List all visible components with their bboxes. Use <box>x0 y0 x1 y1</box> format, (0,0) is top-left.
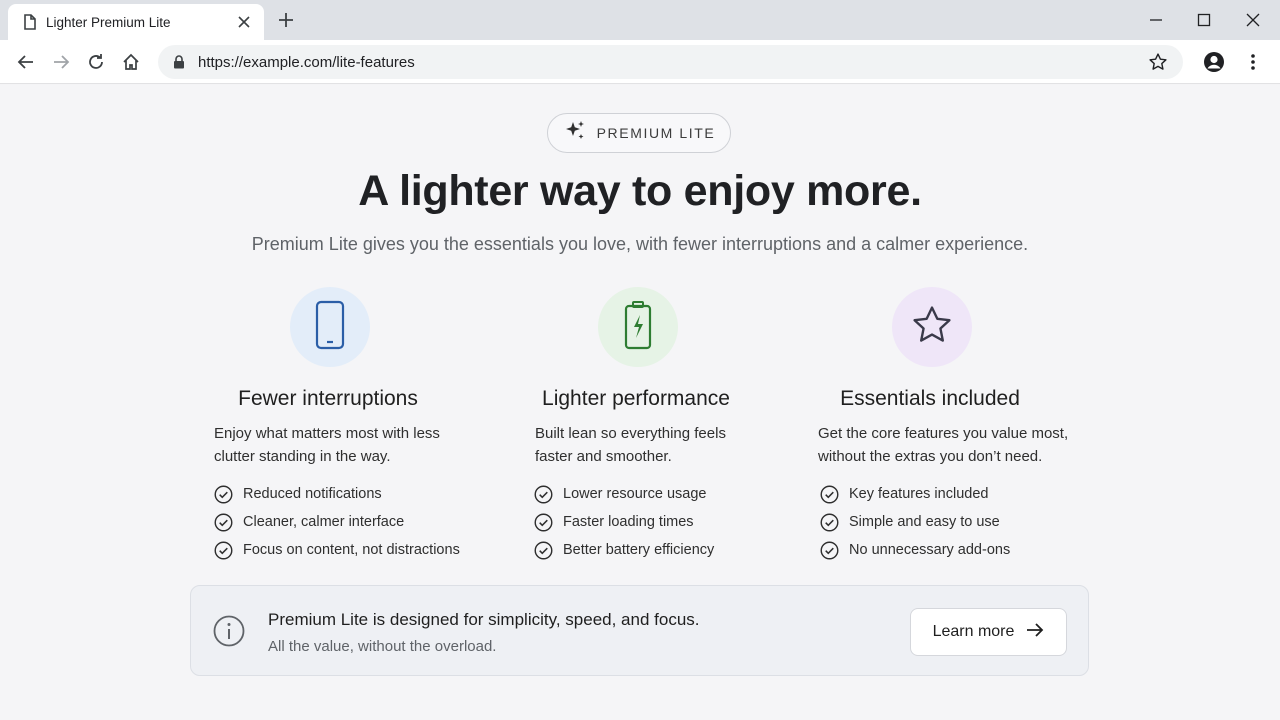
battery-charging-icon <box>623 300 653 355</box>
banner-title: Premium Lite is designed for simplicity,… <box>268 610 700 629</box>
feature-icon-circle <box>290 287 370 367</box>
page-headline: A lighter way to enjoy more. <box>358 167 922 215</box>
check-circle-icon <box>214 513 233 532</box>
url-text[interactable]: https://example.com/lite-features <box>198 54 1143 71</box>
feature-title: Essentials included <box>840 387 1020 410</box>
check-circle-icon <box>820 541 839 560</box>
feature-checklist: Reduced notifications Cleaner, calmer in… <box>214 480 460 564</box>
maximize-icon[interactable] <box>1182 6 1226 34</box>
feature-description: Built lean so everything feels faster an… <box>535 422 815 468</box>
new-tab-button[interactable] <box>274 8 298 32</box>
check-circle-icon <box>820 513 839 532</box>
tab-title: Lighter Premium Lite <box>46 14 171 30</box>
premium-lite-badge: PREMIUM LITE <box>547 113 731 153</box>
list-item-label: Better battery efficiency <box>563 542 715 558</box>
list-item-label: Reduced notifications <box>243 486 382 502</box>
list-item-label: No unnecessary add-ons <box>849 542 1011 558</box>
learn-more-label: Learn more <box>932 623 1015 640</box>
address-bar[interactable]: https://example.com/lite-features <box>158 45 1183 79</box>
star-outline-icon <box>910 303 954 352</box>
sparkle-icon <box>563 119 587 148</box>
page-content: PREMIUM LITE A lighter way to enjoy more… <box>0 85 1280 720</box>
list-item: Cleaner, calmer interface <box>214 508 460 536</box>
info-icon <box>213 615 245 647</box>
check-circle-icon <box>820 485 839 504</box>
feature-description: Enjoy what matters most with less clutte… <box>214 422 494 468</box>
learn-more-button[interactable]: Learn more <box>910 608 1067 656</box>
back-arrow-icon[interactable] <box>12 48 40 76</box>
reload-icon[interactable] <box>82 48 110 76</box>
description-line: faster and smoother. <box>535 448 672 465</box>
check-circle-icon <box>214 485 233 504</box>
list-item-label: Lower resource usage <box>563 486 707 502</box>
list-item: No unnecessary add-ons <box>820 536 1010 564</box>
list-item-label: Simple and easy to use <box>849 514 1000 530</box>
close-window-icon[interactable] <box>1231 6 1275 34</box>
list-item: Simple and easy to use <box>820 508 1010 536</box>
banner-subtitle: All the value, without the overload. <box>268 638 497 655</box>
description-line: without the extras you don’t need. <box>818 448 1043 465</box>
description-line: Get the core features you value most, <box>818 425 1069 442</box>
list-item-label: Key features included <box>849 486 989 502</box>
check-circle-icon <box>534 485 553 504</box>
browser-toolbar: https://example.com/lite-features <box>0 40 1280 84</box>
feature-title: Fewer interruptions <box>238 387 418 410</box>
lock-icon <box>172 55 186 69</box>
info-banner: Premium Lite is designed for simplicity,… <box>190 585 1089 676</box>
description-line: Built lean so everything feels <box>535 425 726 442</box>
list-item-label: Focus on content, not distractions <box>243 542 460 558</box>
list-item: Better battery efficiency <box>534 536 714 564</box>
description-line: Enjoy what matters most with less <box>214 425 440 442</box>
more-menu-icon[interactable] <box>1239 48 1267 76</box>
check-circle-icon <box>534 513 553 532</box>
page-favicon-icon <box>22 14 38 30</box>
profile-avatar-icon[interactable] <box>1200 48 1228 76</box>
close-tab-icon[interactable] <box>234 12 254 32</box>
check-circle-icon <box>534 541 553 560</box>
arrow-right-icon <box>1026 622 1044 643</box>
phone-icon <box>315 300 345 355</box>
feature-title: Lighter performance <box>542 387 730 410</box>
active-tab[interactable]: Lighter Premium Lite <box>8 4 264 40</box>
list-item: Key features included <box>820 480 1010 508</box>
check-circle-icon <box>214 541 233 560</box>
list-item-label: Faster loading times <box>563 514 694 530</box>
list-item: Reduced notifications <box>214 480 460 508</box>
page-subheadline: Premium Lite gives you the essentials yo… <box>251 234 1029 254</box>
badge-label: PREMIUM LITE <box>596 125 716 141</box>
feature-icon-circle <box>598 287 678 367</box>
feature-description: Get the core features you value most, wi… <box>818 422 1098 468</box>
description-line: clutter standing in the way. <box>214 448 391 465</box>
feature-checklist: Key features included Simple and easy to… <box>820 480 1010 564</box>
tab-strip: Lighter Premium Lite <box>0 0 1280 40</box>
bookmark-star-icon[interactable] <box>1143 47 1173 77</box>
forward-arrow-icon[interactable] <box>47 48 75 76</box>
list-item: Focus on content, not distractions <box>214 536 460 564</box>
list-item: Faster loading times <box>534 508 714 536</box>
list-item: Lower resource usage <box>534 480 714 508</box>
list-item-label: Cleaner, calmer interface <box>243 514 405 530</box>
feature-icon-circle <box>892 287 972 367</box>
minimize-icon[interactable] <box>1134 6 1178 34</box>
feature-checklist: Lower resource usage Faster loading time… <box>534 480 714 564</box>
home-icon[interactable] <box>117 48 145 76</box>
